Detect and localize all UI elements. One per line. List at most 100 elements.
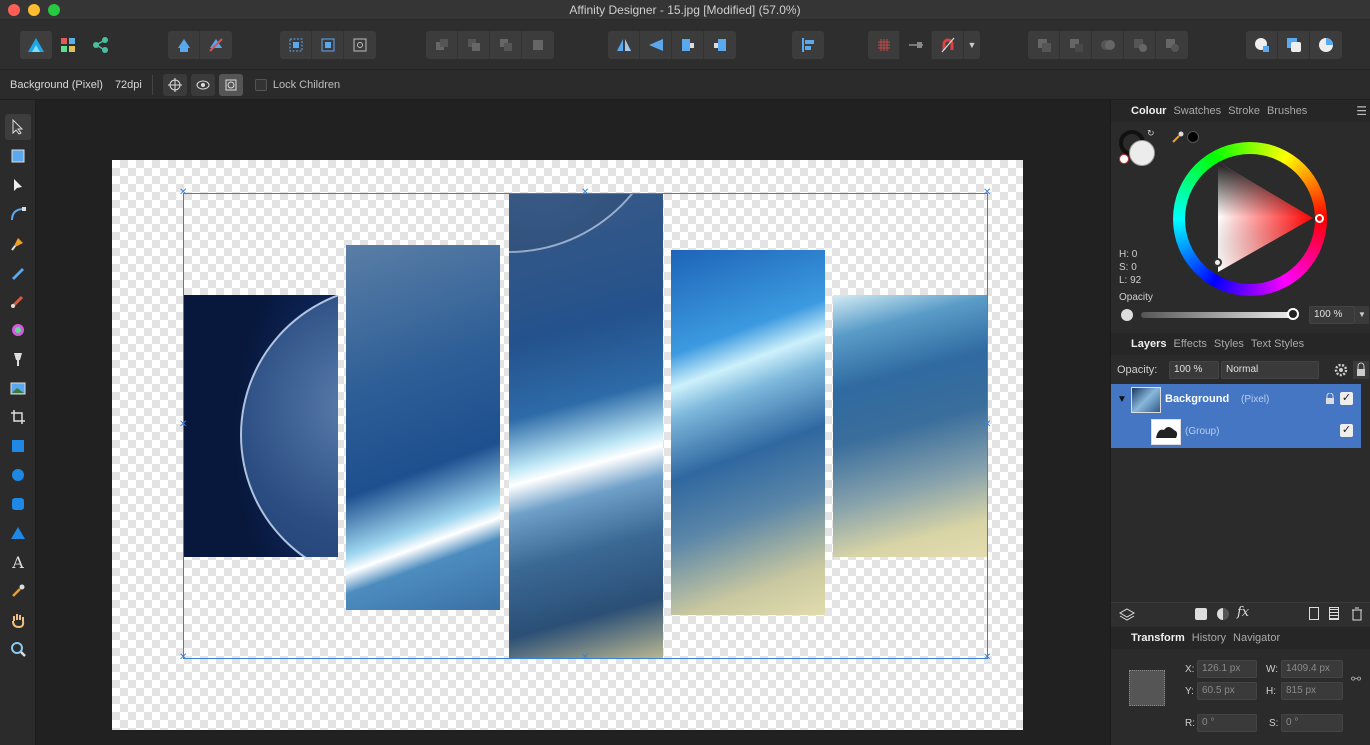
boolean-divide-icon[interactable] (1156, 31, 1188, 59)
corner-icon[interactable] (5, 201, 31, 227)
pencil-icon[interactable] (5, 259, 31, 285)
handle-bottom-right-icon[interactable]: ✕ (983, 653, 991, 663)
layer-row-background[interactable]: ▼ Background (Pixel) ✓ (1111, 384, 1361, 416)
target-icon[interactable] (162, 73, 187, 96)
delete-layer-icon[interactable] (1351, 607, 1363, 624)
persona-pixel-icon[interactable] (52, 31, 84, 59)
tab-text-styles[interactable]: Text Styles (1251, 335, 1304, 353)
persona-export-icon[interactable] (84, 31, 116, 59)
move-icon[interactable] (5, 114, 31, 140)
arrange-back-icon[interactable] (426, 31, 458, 59)
arrange-forward-icon[interactable] (490, 31, 522, 59)
insert-top-icon[interactable] (1310, 31, 1342, 59)
x-field[interactable]: 126.1 px (1197, 660, 1257, 678)
blend-mode-select[interactable]: Normal (1221, 361, 1319, 379)
arrange-front-icon[interactable] (522, 31, 554, 59)
tab-styles[interactable]: Styles (1214, 335, 1244, 353)
lock-children-checkbox[interactable] (254, 78, 267, 91)
pen-icon[interactable] (5, 230, 31, 256)
insert-behind-icon[interactable] (1246, 31, 1278, 59)
flip-h-icon[interactable] (608, 31, 640, 59)
link-icon[interactable]: ⚯ (1351, 672, 1361, 686)
boolean-xor-icon[interactable] (1124, 31, 1156, 59)
persona-designer-icon[interactable] (20, 31, 52, 59)
vector-brush-icon[interactable] (5, 288, 31, 314)
tab-colour[interactable]: Colour (1131, 102, 1166, 120)
layer-visible-checkbox[interactable]: ✓ (1340, 392, 1353, 405)
transparency-icon[interactable] (5, 346, 31, 372)
handle-mid-right-icon[interactable]: ✕ (983, 420, 991, 430)
tab-swatches[interactable]: Swatches (1173, 102, 1221, 120)
rectangle-icon[interactable] (5, 433, 31, 459)
canvas-area[interactable]: ✕ ✕ ✕ ✕ ✕ ✕ ✕ ✕ (36, 100, 1110, 745)
rotation-field[interactable]: 0 ° (1197, 714, 1257, 732)
snapping-grid-icon[interactable] (868, 31, 900, 59)
handle-top-right-icon[interactable]: ✕ (983, 188, 991, 198)
handle-bottom-center-icon[interactable]: ✕ (581, 653, 589, 663)
rotate-left-icon[interactable] (672, 31, 704, 59)
opacity-slider-handle[interactable] (1287, 308, 1299, 320)
arrange-backward-icon[interactable] (458, 31, 490, 59)
hue-handle[interactable] (1315, 214, 1324, 223)
document-canvas[interactable]: ✕ ✕ ✕ ✕ ✕ ✕ ✕ ✕ (112, 160, 1023, 730)
shear-field[interactable]: 0 ° (1281, 714, 1343, 732)
place-image-icon[interactable] (5, 375, 31, 401)
fx-icon[interactable]: fx (1237, 605, 1249, 620)
y-field[interactable]: 60.5 px (1197, 682, 1257, 700)
select-bounds-icon[interactable] (312, 31, 344, 59)
align-icon[interactable] (792, 31, 824, 59)
layers-stack-icon[interactable] (1118, 608, 1136, 625)
zoom-icon[interactable] (5, 636, 31, 662)
artboard-icon[interactable] (5, 143, 31, 169)
new-layer-icon[interactable] (1309, 607, 1319, 620)
tab-effects[interactable]: Effects (1173, 335, 1206, 353)
handle-top-center-icon[interactable]: ✕ (581, 188, 589, 198)
tab-history[interactable]: History (1192, 629, 1226, 647)
expand-chevron-icon[interactable]: ▼ (1117, 394, 1127, 405)
boolean-add-icon[interactable] (1028, 31, 1060, 59)
selection-bounding-box[interactable] (183, 193, 988, 659)
tab-transform[interactable]: Transform (1131, 629, 1185, 647)
transform-origin-icon[interactable] (344, 31, 376, 59)
layer-opacity-field[interactable]: 100 % (1169, 361, 1219, 379)
handle-top-left-icon[interactable]: ✕ (179, 188, 187, 198)
text-icon[interactable]: A (5, 549, 31, 575)
boolean-subtract-icon[interactable] (1060, 31, 1092, 59)
opacity-slider[interactable] (1141, 308, 1299, 320)
opacity-dropdown-icon[interactable]: ▼ (1355, 306, 1369, 324)
color-picker-icon[interactable] (5, 578, 31, 604)
insert-inside-icon[interactable] (1278, 31, 1310, 59)
anchor-selector[interactable] (1129, 670, 1165, 706)
w-field[interactable]: 1409.4 px (1281, 660, 1343, 678)
snapping-toggle-icon[interactable] (900, 31, 932, 59)
layer-locked-icon[interactable] (1325, 392, 1335, 408)
hand-icon[interactable] (5, 607, 31, 633)
colour-wheel[interactable] (1173, 142, 1327, 296)
replace-image-icon[interactable] (218, 73, 243, 96)
flip-v-icon[interactable] (640, 31, 672, 59)
crop-icon[interactable] (5, 404, 31, 430)
rounded-rect-icon[interactable] (5, 491, 31, 517)
handle-mid-left-icon[interactable]: ✕ (179, 420, 187, 430)
layer-row-group[interactable]: (Group) ✓ (1111, 416, 1361, 448)
tab-brushes[interactable]: Brushes (1267, 102, 1307, 120)
layer-lock-icon[interactable] (1353, 361, 1369, 379)
no-fill-icon[interactable] (1119, 154, 1129, 164)
tab-navigator[interactable]: Navigator (1233, 629, 1280, 647)
share-icon[interactable] (168, 31, 200, 59)
node-icon[interactable] (5, 172, 31, 198)
share-alt-icon[interactable] (200, 31, 232, 59)
boolean-intersect-icon[interactable] (1092, 31, 1124, 59)
snapping-magnet-icon[interactable] (932, 31, 964, 59)
select-all-icon[interactable] (280, 31, 312, 59)
tab-stroke[interactable]: Stroke (1228, 102, 1260, 120)
rotate-right-icon[interactable] (704, 31, 736, 59)
opacity-field[interactable]: 100 % (1309, 306, 1355, 324)
layer-settings-icon[interactable] (1333, 362, 1349, 381)
sl-handle[interactable] (1213, 258, 1222, 267)
group-visible-checkbox[interactable]: ✓ (1340, 424, 1353, 437)
panel-menu-icon[interactable]: ☰ (1356, 104, 1367, 118)
fill-stroke-swatch[interactable]: ↻ (1119, 128, 1155, 166)
mask-icon[interactable] (1195, 608, 1207, 620)
swap-colors-icon[interactable]: ↻ (1147, 128, 1155, 139)
